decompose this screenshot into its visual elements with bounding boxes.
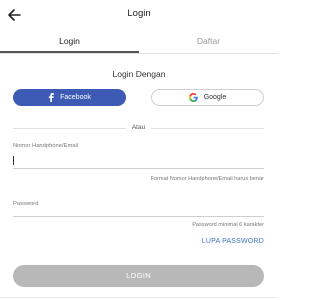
bottom-divider: [0, 297, 278, 298]
divider-right: [151, 128, 264, 129]
facebook-label: Facebook: [60, 94, 91, 101]
divider-left: [13, 128, 126, 129]
tab-register[interactable]: Daftar: [139, 31, 278, 53]
password-hint: Password minimal 6 karakter: [192, 222, 264, 228]
login-button[interactable]: LOGIN: [13, 265, 264, 287]
page-title: Login: [127, 8, 151, 19]
phone-email-label: Nomor Handphone/Email: [13, 143, 79, 149]
password-field[interactable]: [13, 201, 264, 217]
facebook-login-button[interactable]: Facebook: [13, 89, 126, 106]
google-label: Google: [203, 94, 227, 101]
or-divider-text: Atau: [131, 124, 146, 131]
phone-email-hint: Format Nomor Handphone/Email harus benar: [150, 176, 264, 182]
phone-email-input[interactable]: [13, 153, 264, 168]
top-bar: Login: [0, 0, 278, 30]
phone-email-field[interactable]: [13, 153, 264, 169]
login-with-heading: Login Dengan: [112, 69, 166, 79]
google-icon: [188, 93, 198, 102]
forgot-password-link[interactable]: LUPA PASSWORD: [202, 238, 264, 245]
tab-login[interactable]: Login: [0, 31, 139, 53]
google-login-button[interactable]: Google: [151, 89, 264, 106]
auth-tabs: Login Daftar: [0, 31, 278, 54]
facebook-icon: [48, 93, 55, 102]
password-input[interactable]: [13, 201, 264, 216]
